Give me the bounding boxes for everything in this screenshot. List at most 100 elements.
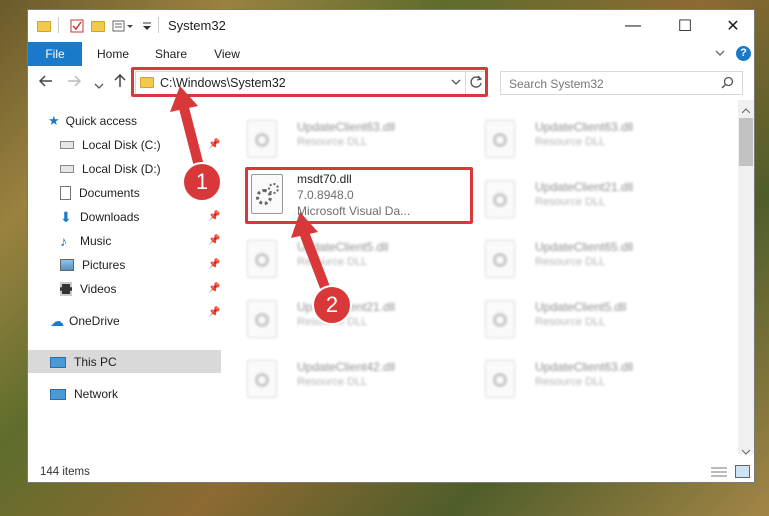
file-tile[interactable]: UpdateClient63.dll Resource DLL <box>463 114 683 166</box>
file-type: Resource DLL <box>297 376 368 388</box>
file-name: UpdateClient5.dll <box>535 300 627 314</box>
network-icon <box>50 388 66 400</box>
video-icon <box>60 282 72 296</box>
file-type: Resource DLL <box>297 136 368 148</box>
sidebar-item-local-disk-c[interactable]: Local Disk (C:) <box>60 134 161 156</box>
drive-icon <box>60 141 74 149</box>
sidebar-item-quick-access[interactable]: ★ Quick access <box>48 110 137 132</box>
dll-file-icon <box>485 360 515 398</box>
dll-file-icon <box>247 120 277 158</box>
file-tile[interactable]: UpdateClient63.dll Resource DLL <box>463 354 683 406</box>
minimize-button[interactable]: — <box>610 10 656 42</box>
file-tile[interactable]: UpdateClient63.dll Resource DLL <box>225 114 445 166</box>
sidebar-item-label: Documents <box>79 186 140 200</box>
search-icon <box>721 76 734 92</box>
pin-icon[interactable]: 📌 <box>208 283 220 294</box>
sidebar-item-documents[interactable]: Documents <box>60 182 140 204</box>
file-tile[interactable]: UpdateClient42.dll Resource DLL <box>225 354 445 406</box>
status-bar: 144 items <box>28 462 754 482</box>
recent-locations-chevron-icon[interactable] <box>94 77 104 94</box>
scrollbar-thumb[interactable] <box>739 118 753 166</box>
file-type: Resource DLL <box>535 316 606 328</box>
cloud-icon: ☁ <box>50 313 64 329</box>
file-tile[interactable]: UpdateClient5.dll Resource DLL <box>463 294 683 346</box>
music-icon: ♪ <box>60 233 67 249</box>
file-tile[interactable]: UpdateClient5.dll Resource DLL <box>225 234 445 286</box>
new-folder-icon[interactable] <box>91 17 105 35</box>
sidebar-item-music[interactable]: ♪ Music <box>60 230 111 252</box>
tab-view[interactable]: View <box>204 42 250 66</box>
sidebar-item-label: Music <box>80 234 112 248</box>
sidebar-item-label: Local Disk (D:) <box>82 162 161 176</box>
file-type: Resource DLL <box>297 256 368 268</box>
file-name: UpdateClient21.dll <box>535 180 634 194</box>
tab-home[interactable]: Home <box>90 42 136 66</box>
properties-icon[interactable] <box>70 17 84 35</box>
address-row: C:\Windows\System32 Search System32 <box>28 66 754 100</box>
sidebar-item-this-pc[interactable]: This PC <box>50 351 117 373</box>
file-name: UpdateClient5.dll <box>297 240 389 254</box>
up-arrow-icon[interactable] <box>113 73 127 92</box>
file-name: UpdateClient63.dll <box>535 360 634 374</box>
dll-file-icon <box>247 240 277 278</box>
navigation-pane: ★ Quick access Local Disk (C:) 📌 Local D… <box>28 100 221 454</box>
customize-toolbar-icon[interactable] <box>112 17 136 35</box>
pin-icon[interactable]: 📌 <box>208 211 220 222</box>
search-placeholder: Search System32 <box>509 77 604 91</box>
back-arrow-icon[interactable] <box>38 74 53 92</box>
window-title: System32 <box>168 18 226 33</box>
ribbon: File Home Share View ? <box>28 42 754 67</box>
file-highlight-box <box>245 167 473 224</box>
dll-file-icon <box>247 300 277 338</box>
divider <box>158 17 159 33</box>
pin-icon[interactable]: 📌 <box>208 307 220 318</box>
file-name: UpdateClient63.dll <box>535 120 634 134</box>
details-view-icon[interactable] <box>711 466 727 481</box>
pin-icon[interactable]: 📌 <box>208 235 220 246</box>
help-icon[interactable]: ? <box>736 46 751 61</box>
download-icon: ⬇ <box>60 209 72 225</box>
file-list: UpdateClient63.dll Resource DLL UpdateCl… <box>225 100 738 454</box>
tab-file[interactable]: File <box>28 42 82 66</box>
dll-file-icon <box>485 300 515 338</box>
sidebar-item-onedrive[interactable]: ☁ OneDrive <box>50 310 120 332</box>
tab-share[interactable]: Share <box>148 42 194 66</box>
step-badge-1: 1 <box>182 162 222 202</box>
sidebar-item-label: Network <box>74 387 119 401</box>
pin-icon[interactable]: 📌 <box>208 259 220 270</box>
pictures-icon <box>60 259 74 271</box>
chevron-down-icon[interactable] <box>714 47 726 62</box>
maximize-button[interactable]: ☐ <box>662 10 708 42</box>
file-type: Resource DLL <box>535 256 606 268</box>
sidebar-item-label: Downloads <box>80 210 140 224</box>
search-input[interactable]: Search System32 <box>500 71 743 95</box>
scroll-down-icon[interactable] <box>741 444 751 458</box>
vertical-scrollbar[interactable] <box>738 100 754 455</box>
chevron-down-icon[interactable] <box>142 17 152 35</box>
pin-icon[interactable]: 📌 <box>208 139 220 150</box>
sidebar-item-label: Videos <box>80 282 117 296</box>
file-type: Resource DLL <box>535 196 606 208</box>
sidebar-item-pictures[interactable]: Pictures <box>60 254 125 276</box>
sidebar-item-label: Local Disk (C:) <box>82 138 161 152</box>
sidebar-item-videos[interactable]: Videos <box>60 278 116 300</box>
dll-file-icon <box>485 180 515 218</box>
close-button[interactable]: ✕ <box>710 10 754 42</box>
sidebar-item-label: Quick access <box>65 114 138 128</box>
step-badge-2: 2 <box>312 285 352 325</box>
sidebar-item-local-disk-d[interactable]: Local Disk (D:) <box>60 158 161 180</box>
sidebar-item-label: This PC <box>74 355 117 369</box>
dll-file-icon <box>485 240 515 278</box>
forward-arrow-icon[interactable] <box>67 74 82 92</box>
sidebar-item-network[interactable]: Network <box>50 383 118 405</box>
scroll-up-icon[interactable] <box>741 103 751 117</box>
folder-icon <box>37 17 51 35</box>
file-name: UpdateClient65.dll <box>535 240 634 254</box>
sidebar-item-label: OneDrive <box>69 314 120 328</box>
divider <box>58 17 59 33</box>
file-name: UpdateClient42.dll <box>297 360 396 374</box>
file-tile[interactable]: UpdateClient21.dll Resource DLL <box>463 174 683 226</box>
sidebar-item-downloads[interactable]: ⬇ Downloads <box>60 206 139 228</box>
tiles-view-icon[interactable] <box>735 465 750 478</box>
file-tile[interactable]: UpdateClient65.dll Resource DLL <box>463 234 683 286</box>
